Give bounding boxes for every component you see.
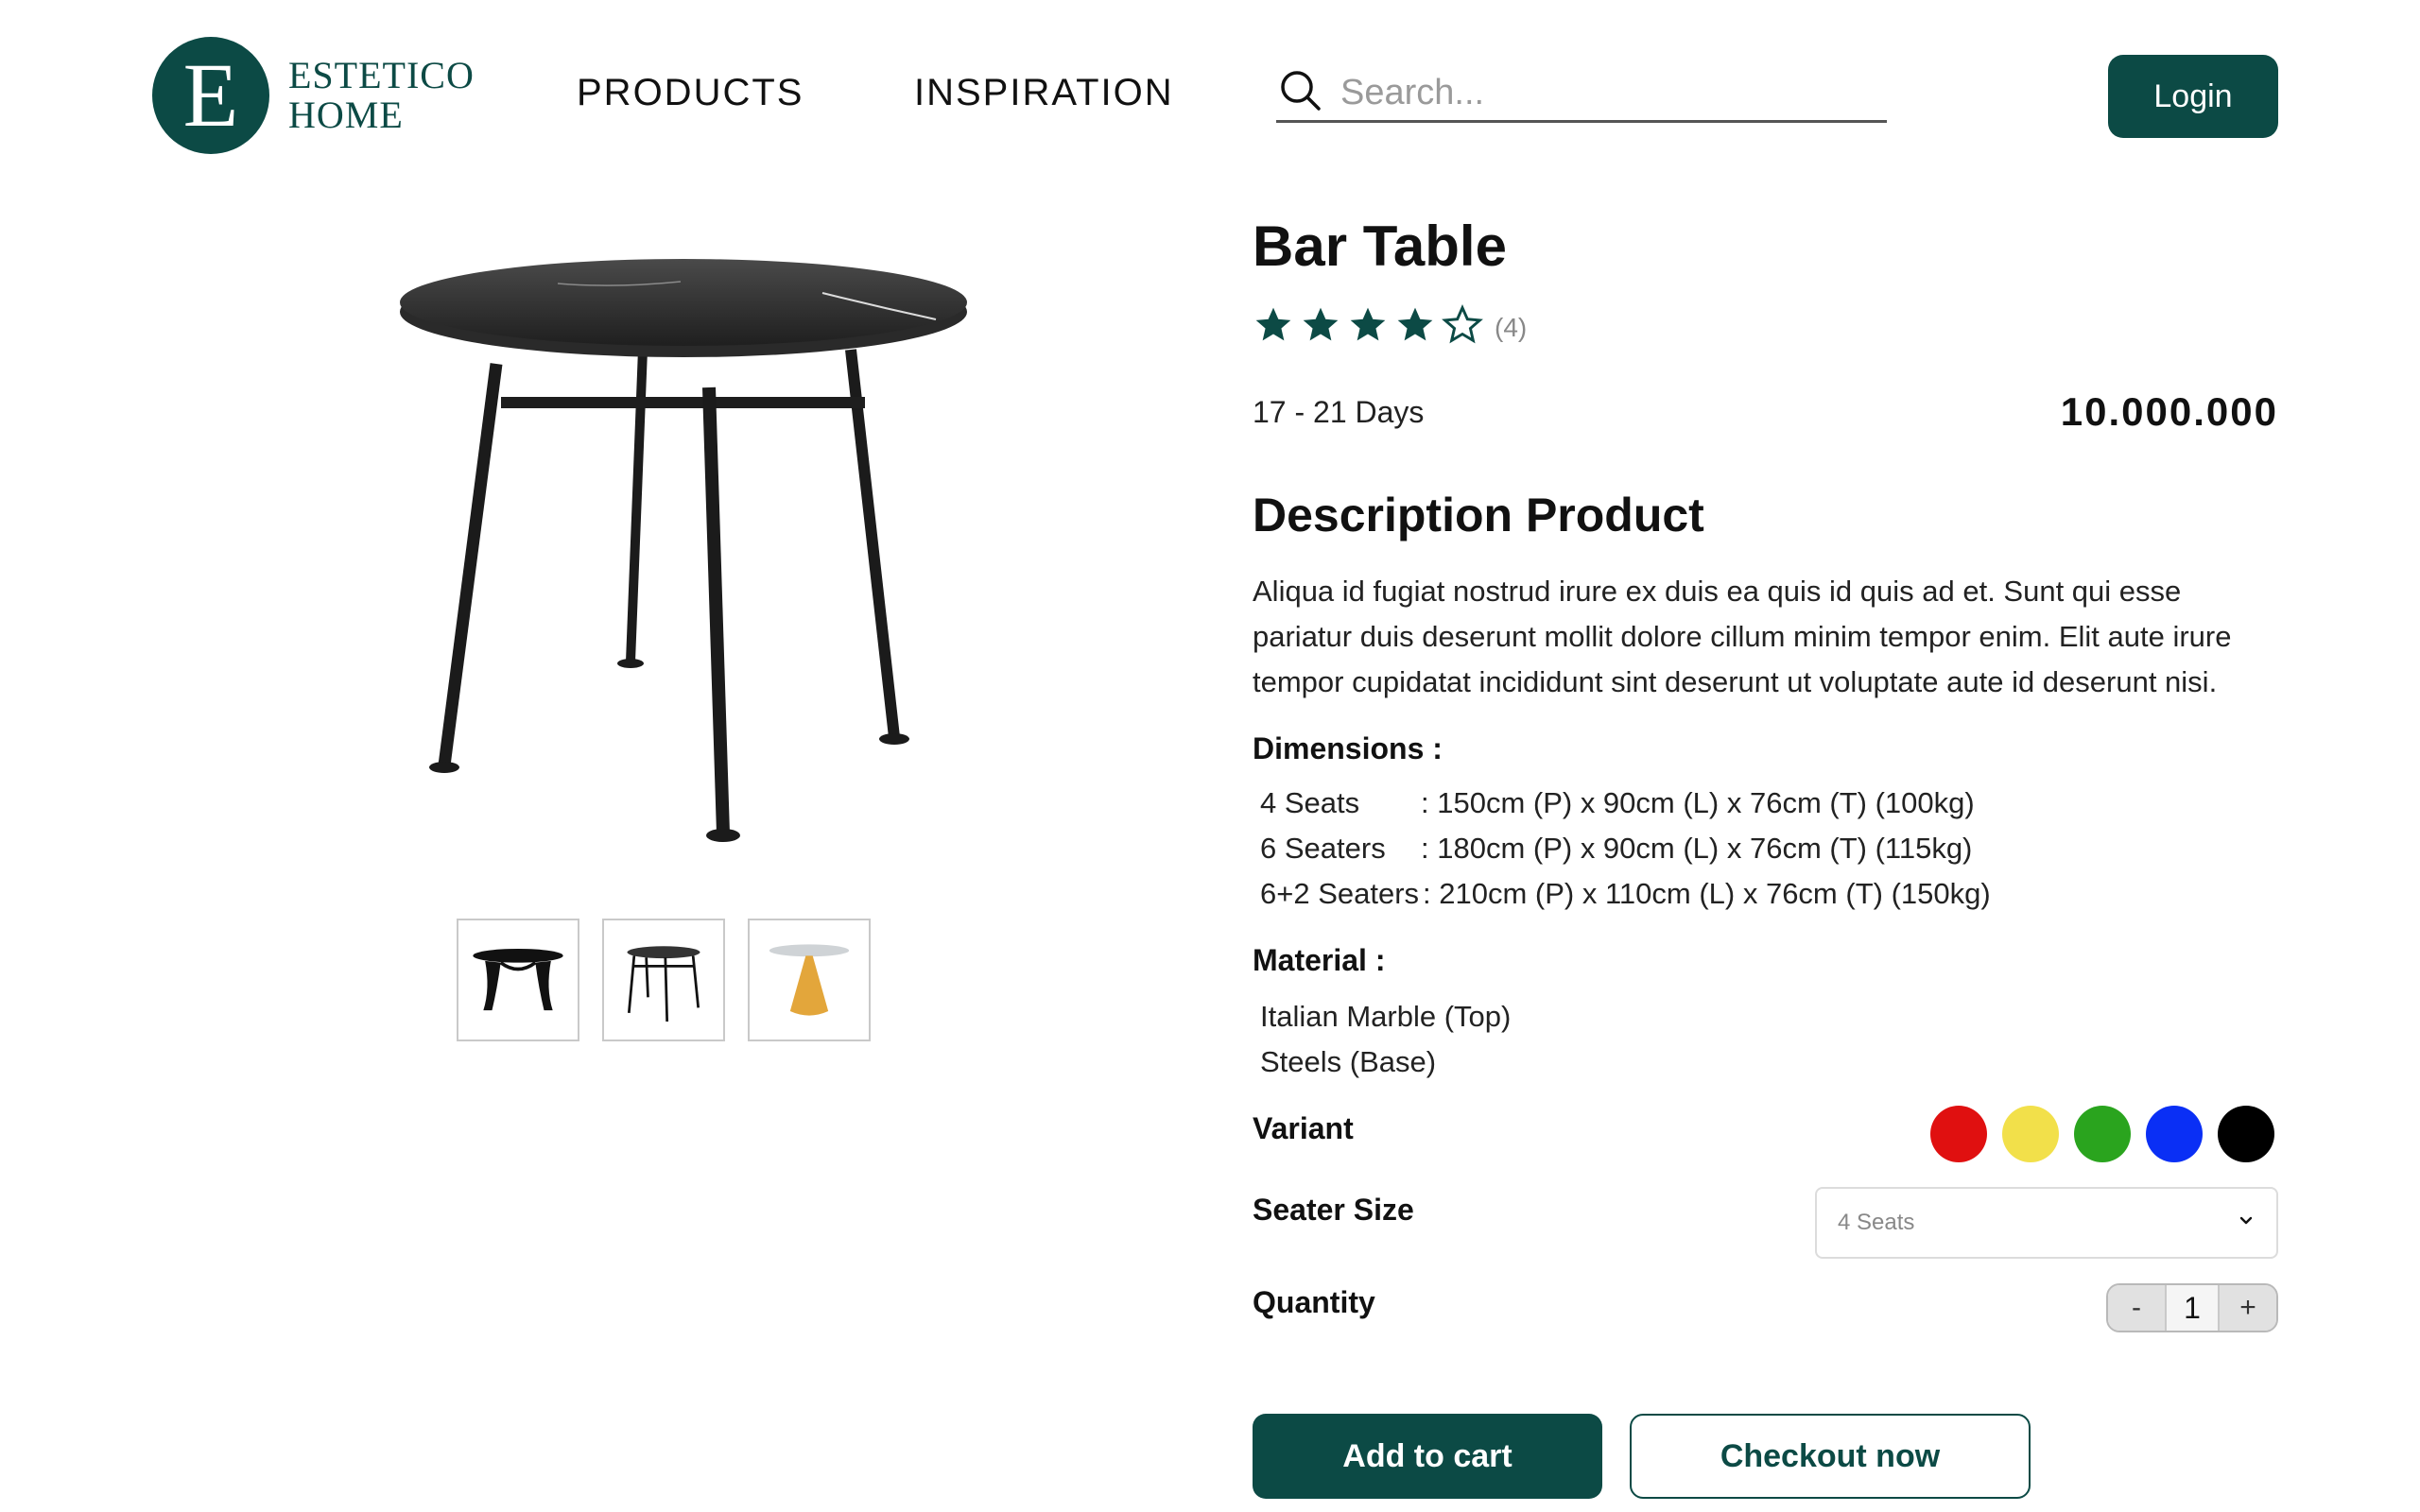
logo-line-1: ESTETICO	[288, 54, 475, 96]
product-main-image	[369, 255, 993, 860]
logo-letter: E	[182, 44, 239, 146]
description-text: Aliqua id fugiat nostrud irure ex duis e…	[1253, 575, 2232, 698]
swatch-black[interactable]	[2218, 1106, 2274, 1162]
dimension-value: : 210cm (P) x 110cm (L) x 76cm (T) (150k…	[1423, 877, 1991, 910]
product-title: Bar Table	[1253, 215, 1507, 278]
dimension-value: : 180cm (P) x 90cm (L) x 76cm (T) (115kg…	[1421, 832, 1973, 865]
search-icon[interactable]	[1276, 68, 1323, 118]
checkout-now-button[interactable]: Checkout now	[1630, 1414, 2031, 1499]
swatch-green[interactable]	[2074, 1106, 2131, 1162]
star-filled-icon	[1253, 304, 1300, 351]
seater-size-select[interactable]: 4 Seats	[1815, 1187, 2278, 1259]
delivery-estimate: 17 - 21 Days	[1253, 395, 1425, 429]
product-price: 10.000.000	[2060, 389, 2278, 434]
seater-size-label: Seater Size	[1253, 1193, 1414, 1227]
search-input[interactable]	[1339, 72, 1868, 114]
add-to-cart-button[interactable]: Add to cart	[1253, 1414, 1602, 1499]
dimension-name: 6 Seaters	[1260, 832, 1386, 865]
swatch-red[interactable]	[1930, 1106, 1987, 1162]
logo-line-2: HOME	[288, 94, 404, 136]
search-bar	[1276, 66, 1887, 123]
dimensions-list: 4 Seats : 150cm (P) x 90cm (L) x 76cm (T…	[1260, 781, 1991, 917]
quantity-stepper: - 1 +	[2106, 1283, 2278, 1332]
description-heading: Description Product	[1253, 489, 1704, 541]
dimension-row: 6 Seaters : 180cm (P) x 90cm (L) x 76cm …	[1260, 826, 1991, 871]
dimension-name: 6+2 Seaters	[1260, 877, 1420, 910]
thumbnail-3[interactable]	[748, 919, 871, 1041]
star-filled-icon	[1300, 304, 1347, 351]
logo-wordmark: ESTETICO HOME	[288, 56, 475, 135]
quantity-decrement-button[interactable]: -	[2108, 1285, 2165, 1331]
dimension-row: 6+2 Seaters : 210cm (P) x 110cm (L) x 76…	[1260, 871, 1991, 917]
star-outline-icon	[1442, 304, 1489, 351]
star-filled-icon	[1347, 304, 1394, 351]
dimension-value: : 150cm (P) x 90cm (L) x 76cm (T) (100kg…	[1421, 786, 1975, 819]
variant-label: Variant	[1253, 1111, 1354, 1145]
quantity-increment-button[interactable]: +	[2220, 1285, 2276, 1331]
thumbnail-strip	[457, 919, 893, 1041]
login-button[interactable]: Login	[2108, 55, 2278, 138]
variant-swatches	[1930, 1106, 2274, 1162]
nav-products[interactable]: PRODUCTS	[577, 72, 804, 114]
nav-inspiration[interactable]: INSPIRATION	[914, 72, 1174, 114]
chevron-down-icon	[2237, 1210, 2256, 1236]
dimension-row: 4 Seats : 150cm (P) x 90cm (L) x 76cm (T…	[1260, 781, 1991, 826]
material-label: Material :	[1253, 943, 1386, 977]
rating-stars: (4)	[1253, 304, 1527, 351]
seater-size-value: 4 Seats	[1838, 1210, 1915, 1235]
thumbnail-2[interactable]	[602, 919, 725, 1041]
material-item: Steels (Base)	[1260, 1045, 1437, 1078]
quantity-label: Quantity	[1253, 1285, 1375, 1319]
swatch-blue[interactable]	[2146, 1106, 2203, 1162]
material-item: Italian Marble (Top)	[1260, 1000, 1512, 1033]
dimensions-label: Dimensions :	[1253, 731, 1443, 765]
dimension-name: 4 Seats	[1260, 786, 1360, 819]
star-filled-icon	[1394, 304, 1442, 351]
swatch-yellow[interactable]	[2002, 1106, 2059, 1162]
quantity-value[interactable]: 1	[2165, 1285, 2220, 1331]
review-count[interactable]: (4)	[1495, 313, 1527, 343]
logo-mark: E	[152, 37, 269, 154]
material-list: Italian Marble (Top) Steels (Base)	[1260, 994, 1511, 1085]
logo[interactable]: E ESTETICO HOME	[152, 37, 475, 154]
thumbnail-1[interactable]	[457, 919, 579, 1041]
